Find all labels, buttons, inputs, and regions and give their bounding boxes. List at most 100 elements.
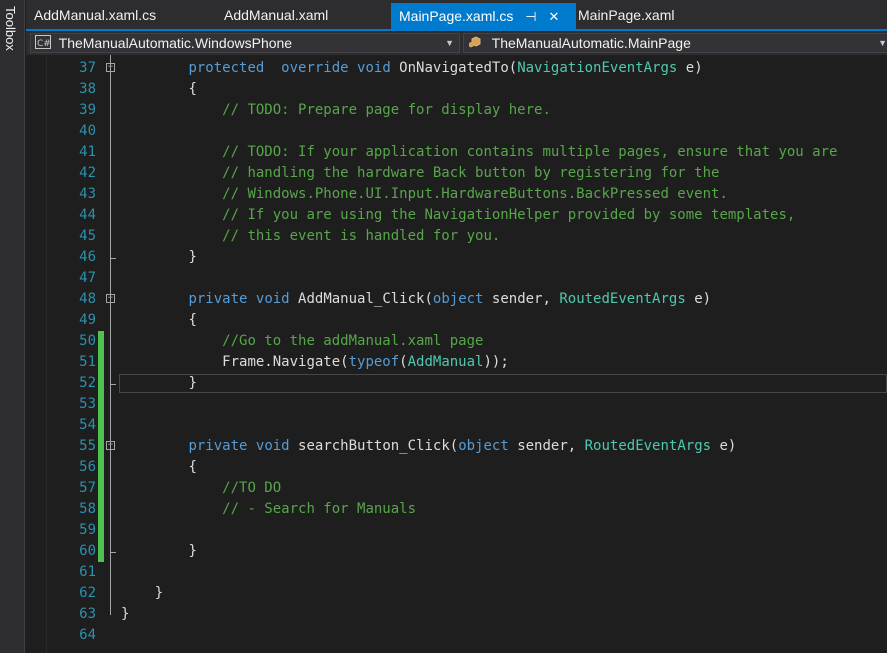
tab-addmanual-xaml[interactable]: AddManual.xaml (216, 2, 336, 28)
code-text: } (155, 583, 163, 604)
keyword-token: override (281, 60, 349, 76)
code-line[interactable]: 48−private void AddManual_Click(object s… (26, 289, 887, 310)
line-number: 46 (79, 249, 96, 265)
code-text: } (188, 541, 196, 562)
change-marker (98, 352, 104, 373)
comment-token: //TO DO (222, 480, 282, 496)
line-number: 63 (79, 606, 96, 622)
code-line[interactable]: 61 (26, 562, 887, 583)
code-line[interactable]: 39 // TODO: Prepare page for display here… (26, 100, 887, 121)
tab-addmanual-xaml-cs[interactable]: AddManual.xaml.cs (26, 2, 164, 28)
line-number: 48 (79, 291, 96, 307)
line-number: 50 (79, 333, 96, 349)
outline-end (110, 384, 116, 385)
line-number: 45 (79, 228, 96, 244)
comment-token: // TODO: Prepare page for display here. (222, 102, 551, 118)
line-number: 58 (79, 501, 96, 517)
code-token: } (121, 606, 130, 622)
change-marker (98, 478, 104, 499)
code-token: sender, (508, 438, 585, 454)
code-line[interactable]: 52} (26, 373, 887, 394)
line-number: 39 (79, 102, 96, 118)
change-marker (98, 436, 104, 457)
pin-icon[interactable]: ⊣ (525, 4, 536, 30)
line-number: 43 (79, 186, 96, 202)
type-token: AddManual (407, 354, 484, 370)
close-icon[interactable]: ✕ (549, 4, 560, 30)
code-text: // - Search for Manuals (222, 499, 416, 520)
code-line[interactable]: 60} (26, 541, 887, 562)
code-line[interactable]: 62} (26, 583, 887, 604)
code-line[interactable]: 50 //Go to the addManual.xaml page (26, 331, 887, 352)
code-line[interactable]: 37−protected override void OnNavigatedTo… (26, 58, 887, 79)
code-line[interactable]: 43 // Windows.Phone.UI.Input.HardwareButt… (26, 184, 887, 205)
line-number: 62 (79, 585, 96, 601)
line-number: 40 (79, 123, 96, 139)
comment-token: //Go to the addManual.xaml page (222, 333, 484, 349)
tab-mainpage-xaml[interactable]: MainPage.xaml (570, 2, 683, 28)
outline-end (110, 258, 116, 259)
outline-guide (110, 451, 111, 552)
outline-end (110, 552, 116, 553)
type-token: RoutedEventArgs (559, 291, 686, 307)
change-marker (98, 331, 104, 352)
code-token: e) (685, 291, 712, 307)
keyword-token: protected (188, 60, 265, 76)
code-line[interactable]: 55−private void searchButton_Click(objec… (26, 436, 887, 457)
code-line[interactable]: 63} (26, 604, 887, 625)
project-dropdown[interactable]: C# TheManualAutomatic.WindowsPhone ▼ (30, 33, 460, 53)
code-line[interactable]: 47 (26, 268, 887, 289)
line-number: 44 (79, 207, 96, 223)
comment-token: // - Search for Manuals (222, 501, 417, 517)
code-line[interactable]: 41 // TODO: If your application contains … (26, 142, 887, 163)
keyword-token: object (458, 438, 509, 454)
code-line[interactable]: 57 //TO DO (26, 478, 887, 499)
comment-token: // this event is handled for you. (222, 228, 501, 244)
line-number: 61 (79, 564, 96, 580)
change-marker (98, 541, 104, 562)
comment-token: // If you are using the NavigationHelper… (222, 207, 796, 223)
code-line[interactable]: 64 (26, 625, 887, 646)
line-number: 56 (79, 459, 96, 475)
code-text: { (188, 310, 196, 331)
tab-mainpage-xaml-cs[interactable]: MainPage.xaml.cs ⊣ ✕ (391, 3, 576, 30)
project-dropdown-value: TheManualAutomatic.WindowsPhone (58, 35, 293, 51)
code-text: } (188, 247, 196, 268)
class-icon (468, 35, 484, 49)
code-line[interactable]: 45 // this event is handled for you. (26, 226, 887, 247)
type-dropdown[interactable]: TheManualAutomatic.MainPage ▼ (463, 33, 887, 53)
csharp-project-icon: C# (35, 35, 51, 49)
code-line[interactable]: 49 { (26, 310, 887, 331)
keyword-token: void (255, 438, 290, 454)
code-line[interactable]: 58 // - Search for Manuals (26, 499, 887, 520)
code-line[interactable]: 44 // If you are using the NavigationHelp… (26, 205, 887, 226)
code-line[interactable]: 38 { (26, 79, 887, 100)
toolbox-strip[interactable]: Toolbox (0, 0, 25, 653)
code-line[interactable]: 56 { (26, 457, 887, 478)
code-text: // TODO: Prepare page for display here. (222, 100, 551, 121)
code-token: )); (483, 354, 509, 370)
code-line[interactable]: 54 (26, 415, 887, 436)
code-token: searchButton_Click( (289, 438, 459, 454)
change-marker (98, 520, 104, 541)
code-line[interactable]: 42 // handling the hardware Back button b… (26, 163, 887, 184)
code-editor[interactable]: 37−protected override void OnNavigatedTo… (26, 55, 887, 653)
code-line[interactable]: 53 (26, 394, 887, 415)
code-text: Frame.Navigate(typeof(AddManual)); (222, 352, 509, 373)
code-line[interactable]: 59 (26, 520, 887, 541)
line-number: 57 (79, 480, 96, 496)
code-line[interactable]: 40 (26, 121, 887, 142)
comment-token: // TODO: If your application contains mu… (222, 144, 838, 160)
code-text: // this event is handled for you. (222, 226, 500, 247)
code-line[interactable]: 46} (26, 247, 887, 268)
code-line[interactable]: 51 Frame.Navigate(typeof(AddManual)); (26, 352, 887, 373)
line-number: 52 (79, 375, 96, 391)
change-marker (98, 373, 104, 394)
line-number: 55 (79, 438, 96, 454)
line-number: 42 (79, 165, 96, 181)
toolbox-label[interactable]: Toolbox (3, 6, 18, 51)
svg-text:C#: C# (37, 39, 51, 49)
line-number: 37 (79, 60, 96, 76)
type-token: RoutedEventArgs (584, 438, 712, 454)
